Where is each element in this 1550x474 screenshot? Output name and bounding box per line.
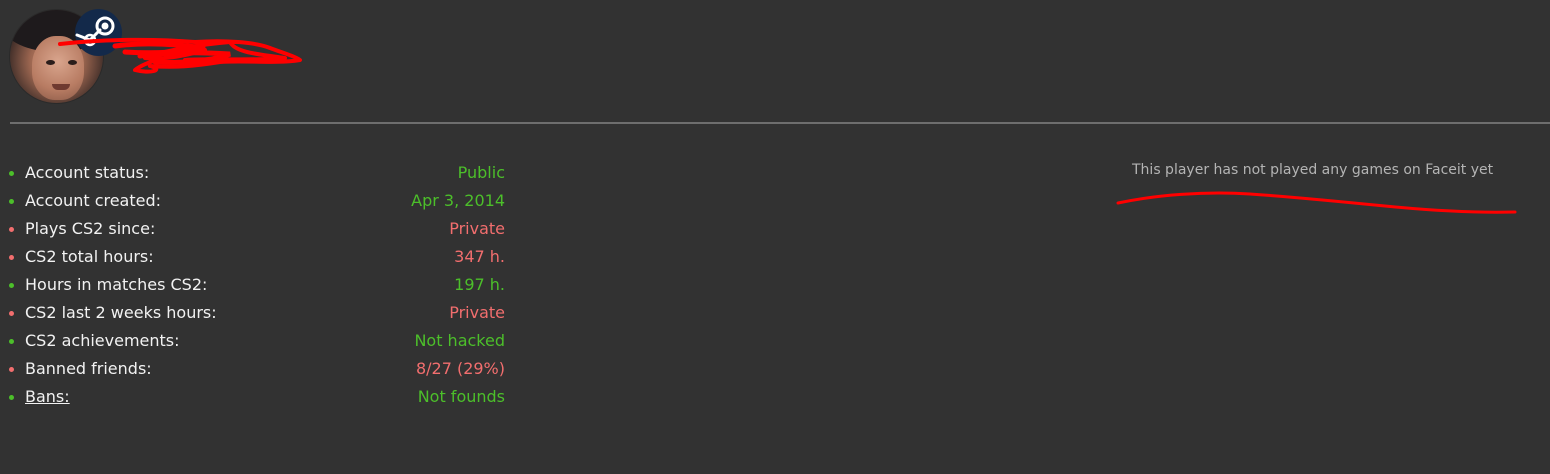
stat-value: 347 h. [454, 247, 505, 266]
status-bullet [9, 339, 14, 344]
stat-last-2-weeks-hours: CS2 last 2 weeks hours: Private [9, 299, 509, 327]
stat-value: Not hacked [414, 331, 505, 350]
stat-value: Private [449, 219, 505, 238]
annotation-underline-scribble [1116, 191, 1517, 214]
bans-link[interactable]: Bans: [25, 383, 70, 411]
stat-label: Account status: [25, 163, 150, 182]
status-bullet [9, 255, 14, 260]
status-bullet [9, 367, 14, 372]
stat-value: Not founds [417, 387, 505, 406]
status-bullet [9, 199, 14, 204]
stat-cs2-achievements: CS2 achievements: Not hacked [9, 327, 509, 355]
stat-account-status: Account status: Public [9, 159, 509, 187]
status-bullet [9, 227, 14, 232]
stat-label: CS2 achievements: [25, 331, 180, 350]
section-divider [10, 122, 1550, 124]
faceit-message: This player has not played any games on … [1132, 162, 1494, 178]
status-bullet [9, 171, 14, 176]
stat-value: Private [449, 303, 505, 322]
stat-label: Account created: [25, 191, 162, 210]
stat-value: Apr 3, 2014 [411, 191, 505, 210]
player-check-page: Account status: Public Account created: … [0, 0, 1550, 474]
avatar-eye-left [46, 60, 55, 65]
stat-value: 197 h. [454, 275, 505, 294]
stat-label: Plays CS2 since: [25, 219, 156, 238]
stat-account-created: Account created: Apr 3, 2014 [9, 187, 509, 215]
status-bullet [9, 283, 14, 288]
stat-banned-friends: Banned friends: 8/27 (29%) [9, 355, 509, 383]
stat-value: 8/27 (29%) [415, 359, 505, 378]
stat-value: Public [457, 163, 505, 182]
stat-hours-in-matches: Hours in matches CS2: 197 h. [9, 271, 509, 299]
status-bullet [9, 395, 14, 400]
stat-label: Hours in matches CS2: [25, 275, 208, 294]
stat-cs2-total-hours: CS2 total hours: 347 h. [9, 243, 509, 271]
stat-label: CS2 total hours: [25, 247, 154, 266]
stat-label: Banned friends: [25, 359, 152, 378]
status-bullet [9, 311, 14, 316]
redacted-username-scribble [58, 37, 302, 74]
account-stats-list: Account status: Public Account created: … [9, 159, 509, 411]
stat-bans: Bans: Not founds [9, 383, 509, 411]
stat-label: CS2 last 2 weeks hours: [25, 303, 217, 322]
stat-plays-cs2-since: Plays CS2 since: Private [9, 215, 509, 243]
